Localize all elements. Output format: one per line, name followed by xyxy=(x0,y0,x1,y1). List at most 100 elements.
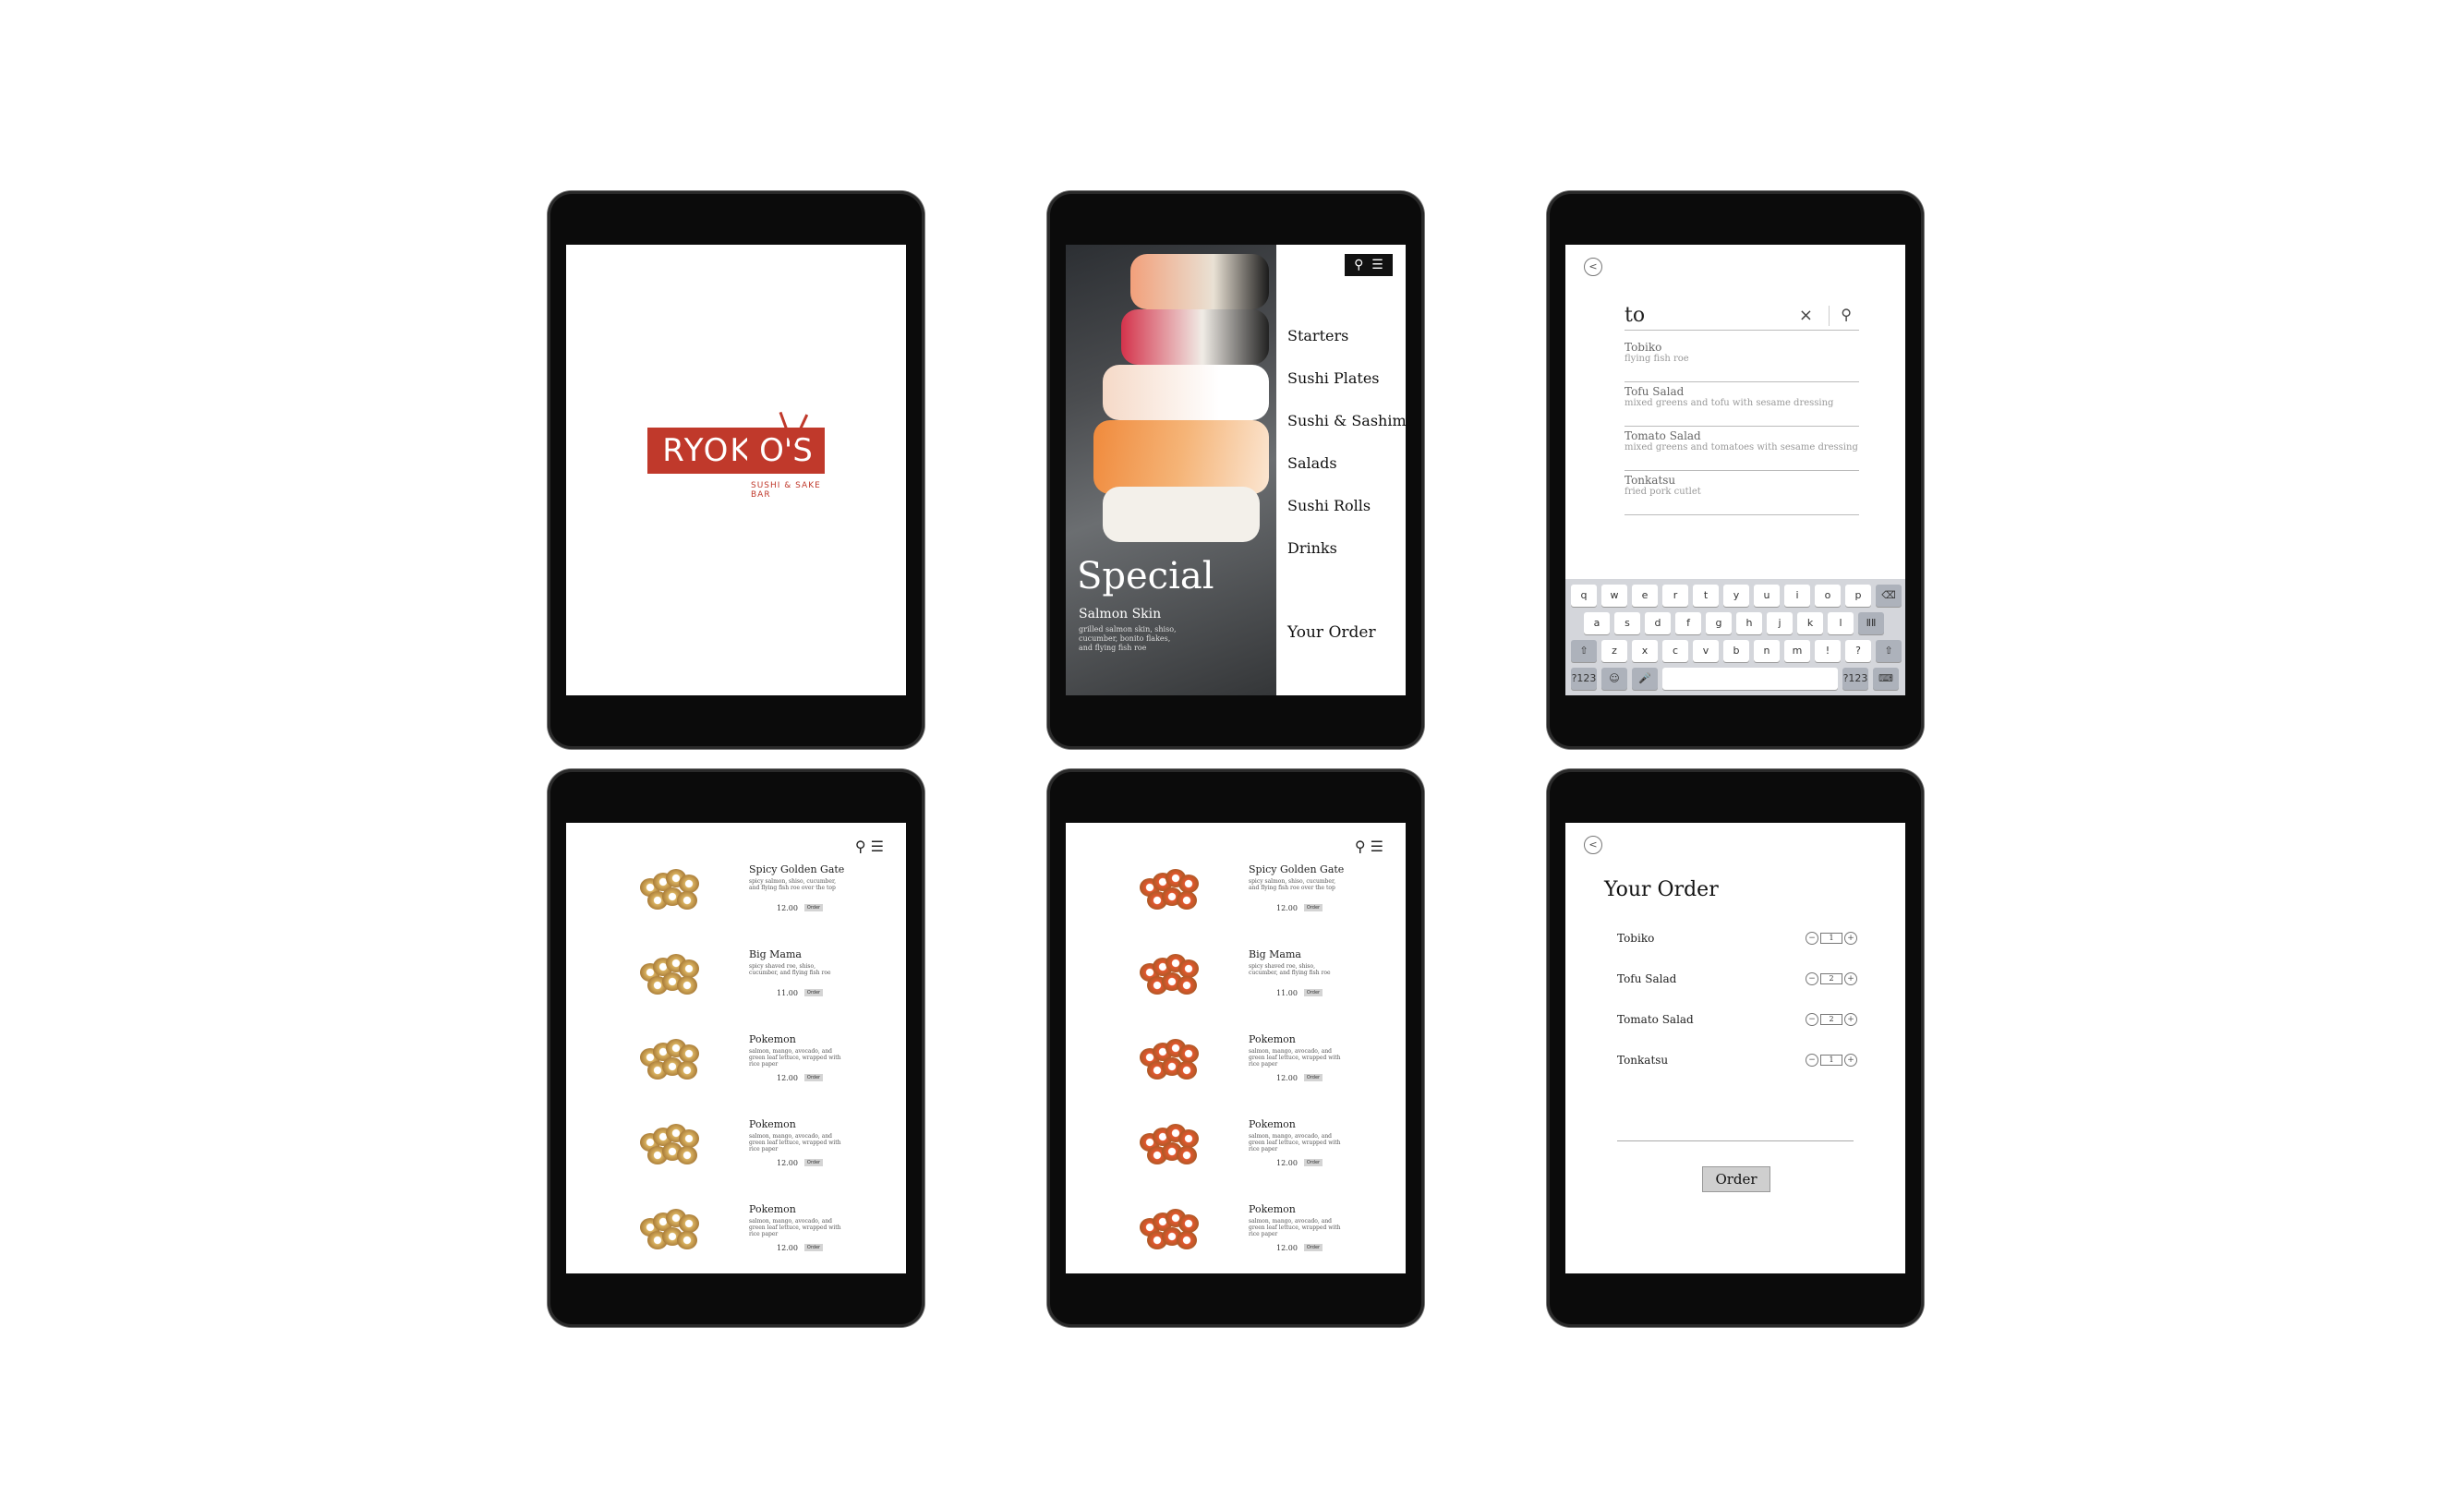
keyboard-key[interactable]: w xyxy=(1601,585,1627,607)
keyboard-key[interactable]: x xyxy=(1632,640,1658,662)
product-name: Pokemon xyxy=(749,1118,796,1130)
suggestion-item[interactable]: Tomato Salad mixed greens and tomatoes w… xyxy=(1625,426,1859,471)
nav-item-drinks[interactable]: Drinks xyxy=(1287,527,1406,570)
product-name: Pokemon xyxy=(1249,1203,1296,1215)
hamburger-menu-icon[interactable]: ☰ xyxy=(1371,838,1383,855)
increment-button[interactable]: + xyxy=(1844,1013,1857,1026)
keyboard-key[interactable]: g xyxy=(1706,612,1732,634)
keyboard-key[interactable]: c xyxy=(1662,640,1688,662)
back-button[interactable]: < xyxy=(1584,258,1602,276)
keyboard-key[interactable]: m xyxy=(1784,640,1810,662)
keyboard-key[interactable]: l xyxy=(1828,612,1854,634)
keyboard-key[interactable]: v xyxy=(1693,640,1719,662)
order-button[interactable]: Order xyxy=(1702,1166,1770,1192)
tablet-list-yellow: ⚲ ☰ Spicy Golden Gate spicy salmon, shis… xyxy=(548,769,924,1327)
product-image xyxy=(640,954,705,996)
search-icon[interactable]: ⚲ xyxy=(1841,306,1852,323)
hamburger-menu-icon[interactable]: ☰ xyxy=(871,838,884,855)
product-price: 11.00 xyxy=(1276,989,1298,997)
keyboard-key[interactable]: s xyxy=(1614,612,1640,634)
increment-button[interactable]: + xyxy=(1844,1054,1857,1067)
keyboard-key[interactable]: z xyxy=(1601,640,1627,662)
keyboard-key[interactable]: f xyxy=(1675,612,1701,634)
keyboard-key[interactable]: 🎤 xyxy=(1632,668,1658,690)
order-item-button[interactable]: Order xyxy=(804,1159,823,1166)
keyboard-key[interactable]: o xyxy=(1815,585,1841,607)
nav-item-sushi-plates[interactable]: Sushi Plates xyxy=(1287,357,1406,400)
increment-button[interactable]: + xyxy=(1844,972,1857,985)
quantity-field[interactable]: 1 xyxy=(1820,1055,1842,1066)
logo-text-tail: O'S xyxy=(747,428,825,474)
splash-screen: RYOK O'S SUSHI & SAKE BAR xyxy=(566,245,906,695)
increment-button[interactable]: + xyxy=(1844,932,1857,945)
keyboard-key[interactable]: ! xyxy=(1815,640,1841,662)
keyboard-key[interactable]: ?123 xyxy=(1571,668,1597,690)
quantity-field[interactable]: 2 xyxy=(1820,1014,1842,1025)
nav-item-sushi-rolls[interactable]: Sushi Rolls xyxy=(1287,485,1406,527)
order-item-button[interactable]: Order xyxy=(1304,904,1323,911)
search-icon[interactable]: ⚲ xyxy=(855,838,866,855)
keyboard-key[interactable]: p xyxy=(1845,585,1871,607)
product-image xyxy=(640,1039,705,1081)
order-item-button[interactable]: Order xyxy=(1304,989,1323,996)
order-row: Tomato Salad − 2 + xyxy=(1617,1013,1857,1032)
keyboard-key[interactable]: ⌫ xyxy=(1876,585,1902,607)
keyboard-key[interactable]: ⌨ xyxy=(1873,668,1899,690)
keyboard-key[interactable]: q xyxy=(1571,585,1597,607)
back-button[interactable]: < xyxy=(1584,836,1602,854)
keyboard-key[interactable]: b xyxy=(1723,640,1749,662)
keyboard-key[interactable]: ⇧ xyxy=(1876,640,1902,662)
decrement-button[interactable]: − xyxy=(1806,1054,1818,1067)
order-item-button[interactable]: Order xyxy=(804,989,823,996)
keyboard-key[interactable]: ?123 xyxy=(1842,668,1868,690)
clear-icon[interactable]: × xyxy=(1799,306,1813,325)
order-item-button[interactable]: Order xyxy=(804,1244,823,1251)
decrement-button[interactable]: − xyxy=(1806,1013,1818,1026)
product-name: Pokemon xyxy=(1249,1033,1296,1045)
keyboard-key[interactable]: d xyxy=(1645,612,1671,634)
nav-item-starters[interactable]: Starters xyxy=(1287,315,1406,357)
keyboard-key[interactable] xyxy=(1662,668,1838,690)
search-icon[interactable]: ⚲ xyxy=(1354,258,1363,272)
keyboard-key[interactable]: e xyxy=(1632,585,1658,607)
search-bar: to × ⚲ xyxy=(1625,302,1859,331)
your-order-link[interactable]: Your Order xyxy=(1287,623,1376,642)
keyboard-key[interactable]: t xyxy=(1693,585,1719,607)
order-item-button[interactable]: Order xyxy=(1304,1159,1323,1166)
keyboard-key[interactable]: i xyxy=(1784,585,1810,607)
order-item-button[interactable]: Order xyxy=(804,1074,823,1081)
quantity-field[interactable]: 1 xyxy=(1820,933,1842,944)
keyboard-key[interactable]: y xyxy=(1723,585,1749,607)
order-item-button[interactable]: Order xyxy=(1304,1074,1323,1081)
product-price: 12.00 xyxy=(1276,1244,1298,1252)
suggestion-item[interactable]: Tonkatsu fried pork cutlet xyxy=(1625,470,1859,515)
keyboard-key[interactable]: ? xyxy=(1845,640,1871,662)
keyboard-key[interactable]: h xyxy=(1736,612,1762,634)
hamburger-menu-icon[interactable]: ☰ xyxy=(1371,258,1383,272)
search-input[interactable]: to xyxy=(1625,304,1645,327)
decrement-button[interactable]: − xyxy=(1806,972,1818,985)
keyboard-key[interactable]: n xyxy=(1754,640,1780,662)
keyboard-key[interactable]: ⅡⅡ xyxy=(1858,612,1884,634)
order-item-button[interactable]: Order xyxy=(1304,1244,1323,1251)
nav-item-salads[interactable]: Salads xyxy=(1287,442,1406,485)
decrement-button[interactable]: − xyxy=(1806,932,1818,945)
order-item-button[interactable]: Order xyxy=(804,904,823,911)
suggestion-item[interactable]: Tofu Salad mixed greens and tofu with se… xyxy=(1625,381,1859,427)
top-icon-bar: ⚲ ☰ xyxy=(1355,838,1383,855)
keyboard-key[interactable]: r xyxy=(1662,585,1688,607)
special-photo[interactable]: Special Salmon Skin grilled salmon skin,… xyxy=(1066,245,1276,695)
keyboard-key[interactable]: j xyxy=(1767,612,1793,634)
keyboard-key[interactable]: ⇧ xyxy=(1571,640,1597,662)
keyboard-key[interactable]: a xyxy=(1584,612,1610,634)
keyboard-key[interactable]: u xyxy=(1754,585,1780,607)
suggestion-item[interactable]: Tobiko flying fish roe xyxy=(1625,337,1859,382)
sushi-roll-image xyxy=(1177,1231,1197,1249)
quantity-field[interactable]: 2 xyxy=(1820,973,1842,984)
keyboard-key[interactable]: ☺ xyxy=(1601,668,1627,690)
product-name: Pokemon xyxy=(1249,1118,1296,1130)
keyboard-key[interactable]: k xyxy=(1797,612,1823,634)
sushi-roll-image xyxy=(679,1044,699,1063)
nav-item-sushi-sashimi[interactable]: Sushi & Sashimi xyxy=(1287,400,1406,442)
search-icon[interactable]: ⚲ xyxy=(1355,838,1366,855)
